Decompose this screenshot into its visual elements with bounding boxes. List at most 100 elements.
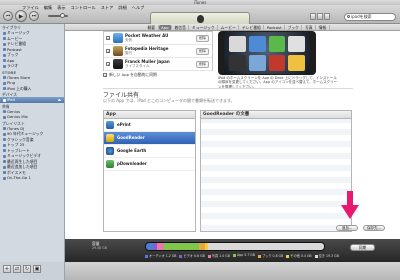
list-item[interactable]: ✓ Franck Muller Japan ライフスタイル 削除	[104, 58, 212, 71]
sync-button[interactable]: 同期	[350, 244, 375, 251]
app-tile-icon[interactable]	[268, 55, 286, 71]
smart-playlist-icon	[3, 138, 6, 141]
list-item[interactable]: ePrint	[104, 119, 195, 132]
capacity-segment-apps	[163, 243, 200, 250]
sidebar-item-label: ミュージックビデオ	[7, 153, 42, 158]
capacity-total: 29.08 GB	[92, 246, 107, 250]
sidebar-item-label: iPod 上の購入	[7, 85, 32, 91]
volume-slider[interactable]	[48, 15, 68, 17]
sidebar-item-label: トップ 25	[7, 142, 25, 147]
list-item[interactable]: GoodReader	[104, 132, 195, 145]
list-item[interactable]: Google Earth	[104, 145, 195, 158]
sidebar-item-label: トップレート	[7, 147, 30, 153]
app-checkbox[interactable]: ✓	[106, 36, 110, 41]
sidebar-item-label: Genius Mix	[7, 114, 28, 119]
save-to-button[interactable]: 保存先...	[363, 225, 385, 231]
legend-item: その他 0.4 GB	[286, 253, 312, 258]
sidebar-item-ipad[interactable]: iPad ⏏	[0, 97, 64, 103]
toolbar: ファイル 編集 表示 コントロール ストア 詳細 ヘルプ ⏮ ▶ ⏭ ipadを…	[0, 5, 400, 26]
menu-edit[interactable]: 編集	[44, 5, 52, 11]
remove-button[interactable]: 削除	[196, 48, 209, 55]
sidebar-item-ipod-purchases[interactable]: iPod 上の購入	[0, 86, 64, 92]
menu-help[interactable]: ヘルプ	[132, 5, 145, 11]
app-tile-icon[interactable]	[229, 55, 246, 71]
remove-button[interactable]: 削除	[196, 35, 209, 42]
volume-knob[interactable]	[60, 13, 65, 18]
search-placeholder: ipadを検索	[351, 14, 372, 19]
auto-sync-option[interactable]: ✓ 新しい App を自動的に同期	[103, 72, 157, 78]
sidebar-item-label: 最近追加した項目	[7, 164, 38, 169]
add-playlist-button[interactable]: +	[3, 265, 11, 273]
smart-playlist-icon	[3, 149, 6, 152]
auto-sync-checkbox[interactable]: ✓	[103, 73, 107, 78]
artwork-toggle-button[interactable]: ▣	[33, 265, 41, 273]
eprint-icon	[106, 121, 114, 129]
sidebar-item-label: On-The-Go 1	[7, 175, 31, 180]
legend-swatch	[232, 253, 236, 257]
tab-podcast[interactable]: Podcast	[264, 25, 286, 30]
legend-item: 空き 19.3 GB	[314, 253, 339, 258]
tab-movies[interactable]: ムービー	[218, 25, 240, 30]
app-category: 旅行	[125, 51, 132, 55]
movie-icon	[3, 37, 6, 40]
weather-app-icon	[113, 33, 123, 43]
next-button[interactable]: ⏭	[29, 11, 39, 21]
playlist-icon	[3, 171, 6, 174]
tab-books[interactable]: ブック	[285, 25, 303, 30]
app-tile-icon[interactable]	[229, 36, 246, 52]
sidebar-item-radio[interactable]: ラジオ	[0, 63, 64, 69]
tab-ringtones[interactable]: 着信音	[172, 25, 190, 30]
purchased-icon	[3, 87, 6, 90]
eject-icon[interactable]: ⏏	[58, 98, 61, 104]
remove-button[interactable]: 削除	[196, 61, 209, 68]
list-item[interactable]: pDownloader	[104, 158, 195, 171]
legend-item: ブック 0.8 GB	[257, 253, 283, 258]
previous-button[interactable]: ⏮	[3, 11, 13, 21]
sidebar-item-label: Genius	[7, 108, 21, 114]
playlist-icon	[3, 176, 6, 180]
app-tile-icon[interactable]	[248, 36, 266, 52]
shuffle-button[interactable]: ⇄	[13, 265, 21, 273]
app-tile-icon[interactable]	[288, 36, 305, 52]
play-button[interactable]: ▶	[15, 10, 27, 22]
view-grid-button[interactable]	[317, 13, 323, 20]
list-item[interactable]: ✓ Fotopedia Heritage 旅行 削除	[104, 45, 212, 58]
legend-swatch	[257, 254, 261, 258]
app-category: ライフスタイル	[125, 64, 150, 68]
app-name: pDownloader	[117, 161, 147, 166]
sidebar-item-label: iPad	[7, 97, 15, 102]
menu-controls[interactable]: コントロール	[71, 5, 96, 11]
tab-photos[interactable]: 写真	[302, 25, 317, 30]
sidebar-item-playlist[interactable]: On-The-Go 1	[0, 175, 64, 181]
repeat-button[interactable]: ↻	[23, 265, 31, 273]
app-name: GoodReader	[117, 135, 145, 140]
sidebar-item-genius-mix[interactable]: Genius Mix	[0, 114, 64, 120]
app-checkbox[interactable]: ✓	[106, 62, 110, 67]
transport-controls: ⏮ ▶ ⏭	[3, 10, 39, 22]
tab-info[interactable]: 情報	[316, 25, 330, 30]
add-file-button[interactable]: 追加...	[336, 225, 358, 231]
tv-icon	[3, 42, 6, 46]
view-list-button[interactable]	[310, 13, 316, 20]
sidebar-item-label: 最近再生した項目	[7, 158, 38, 164]
sidebar-item-label: iTunes DJ	[7, 125, 25, 131]
search-input[interactable]: ipadを検索	[344, 13, 396, 21]
tab-tv[interactable]: テレビ番組	[239, 25, 265, 30]
legend-item: App 5.7 GB	[232, 253, 255, 258]
app-tile-icon[interactable]	[268, 36, 286, 52]
app-checkbox[interactable]: ✓	[106, 49, 110, 54]
app-tile-icon[interactable]	[288, 55, 305, 71]
tab-music[interactable]: ミュージック	[189, 25, 219, 30]
document-list[interactable]: GoodReader の文書	[200, 110, 352, 232]
tab-summary[interactable]: 概要	[145, 25, 159, 30]
menu-advanced[interactable]: 詳細	[118, 5, 126, 11]
app-tile-icon[interactable]	[248, 55, 266, 71]
menu-store[interactable]: ストア	[101, 5, 114, 11]
playlist-icon	[3, 127, 6, 130]
view-coverflow-button[interactable]	[324, 13, 330, 20]
app-name: Google Earth	[117, 148, 147, 153]
smart-playlist-icon	[3, 160, 6, 163]
menu-view[interactable]: 表示	[57, 5, 65, 11]
tab-apps[interactable]: App	[158, 25, 173, 30]
list-item[interactable]: ✓ Pocket Weather AU 天気 削除	[104, 32, 212, 45]
